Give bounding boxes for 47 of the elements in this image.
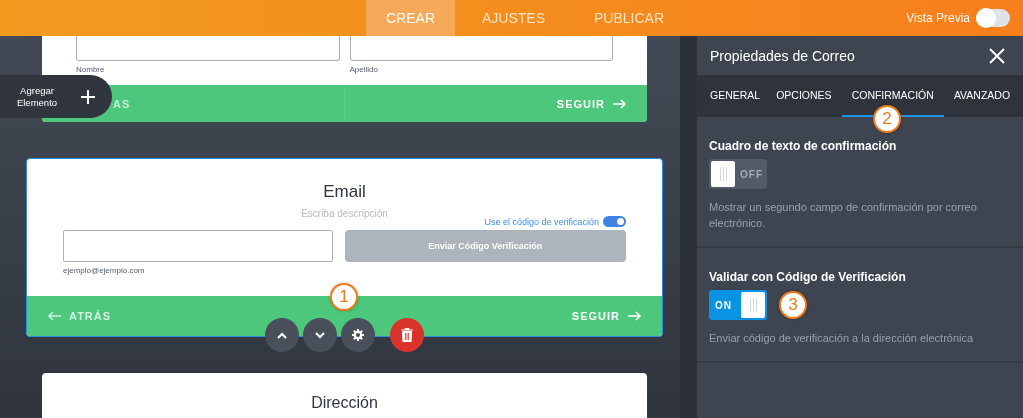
- field-label: Nombre: [76, 65, 106, 74]
- preview-label: Vista Previa: [906, 11, 970, 25]
- send-code-button[interactable]: Enviar Código Verificación: [344, 230, 626, 262]
- delete-button[interactable]: [390, 318, 424, 352]
- setting-description: Enviar código de verificación a la dirección electrónica: [709, 331, 975, 346]
- email-input[interactable]: [63, 230, 333, 262]
- panel-tab[interactable]: AVANZADO: [947, 75, 1017, 117]
- panel-title: Propiedades de Correo: [710, 47, 855, 64]
- chevron-up-icon: [277, 331, 287, 339]
- field-title: Dirección: [310, 393, 379, 412]
- field-sublabel: ejemplo@ejemplo.com: [63, 266, 146, 275]
- step-badge: 3: [779, 291, 807, 319]
- next-link[interactable]: SEGUIR: [571, 310, 642, 322]
- arrow-right-icon: [613, 98, 627, 109]
- nav-tab[interactable]: CREAR: [366, 0, 455, 36]
- trash-icon: [401, 328, 413, 342]
- verify-label: Use el código de verificación: [484, 216, 599, 227]
- settings-button[interactable]: [341, 318, 375, 352]
- setting-description: Mostrar un segundo campo de confirmación por correo electrónico.: [709, 200, 978, 231]
- close-icon[interactable]: [989, 47, 1005, 64]
- setting-title: Cuadro de texto de confirmación: [709, 139, 898, 153]
- move-up-button[interactable]: [265, 318, 299, 352]
- plus-icon: [80, 88, 96, 105]
- settings-icon: [352, 329, 364, 341]
- field-label: Apellido: [349, 65, 379, 74]
- chevron-down-icon: [315, 331, 325, 339]
- text-input[interactable]: [76, 36, 340, 61]
- nav-tab[interactable]: AJUSTES: [460, 0, 568, 36]
- next-link[interactable]: SEGUIR: [556, 97, 627, 110]
- panel-tab[interactable]: GENERAL: [704, 75, 767, 117]
- panel-tab[interactable]: OPCIONES: [770, 75, 838, 117]
- switch[interactable]: ON: [709, 290, 767, 320]
- setting-title: Validar con Código de Verificación: [709, 270, 907, 284]
- back-link[interactable]: AS: [113, 85, 345, 122]
- add-element-button[interactable]: Agregar Elemento: [0, 75, 112, 118]
- field-description: Escriba descripción: [300, 208, 389, 219]
- arrow-left-icon: [47, 311, 61, 321]
- field-title: Email: [322, 181, 367, 202]
- arrow-right-icon: [628, 311, 642, 321]
- move-down-button[interactable]: [303, 318, 337, 352]
- switch[interactable]: OFF: [709, 159, 767, 189]
- step-badge: 2: [873, 105, 901, 133]
- back-link[interactable]: ATRÁS: [47, 310, 112, 322]
- preview-toggle[interactable]: [976, 9, 1010, 27]
- verify-toggle[interactable]: [603, 216, 626, 227]
- text-input[interactable]: [349, 36, 613, 61]
- nav-tab[interactable]: PUBLICAR: [572, 0, 687, 36]
